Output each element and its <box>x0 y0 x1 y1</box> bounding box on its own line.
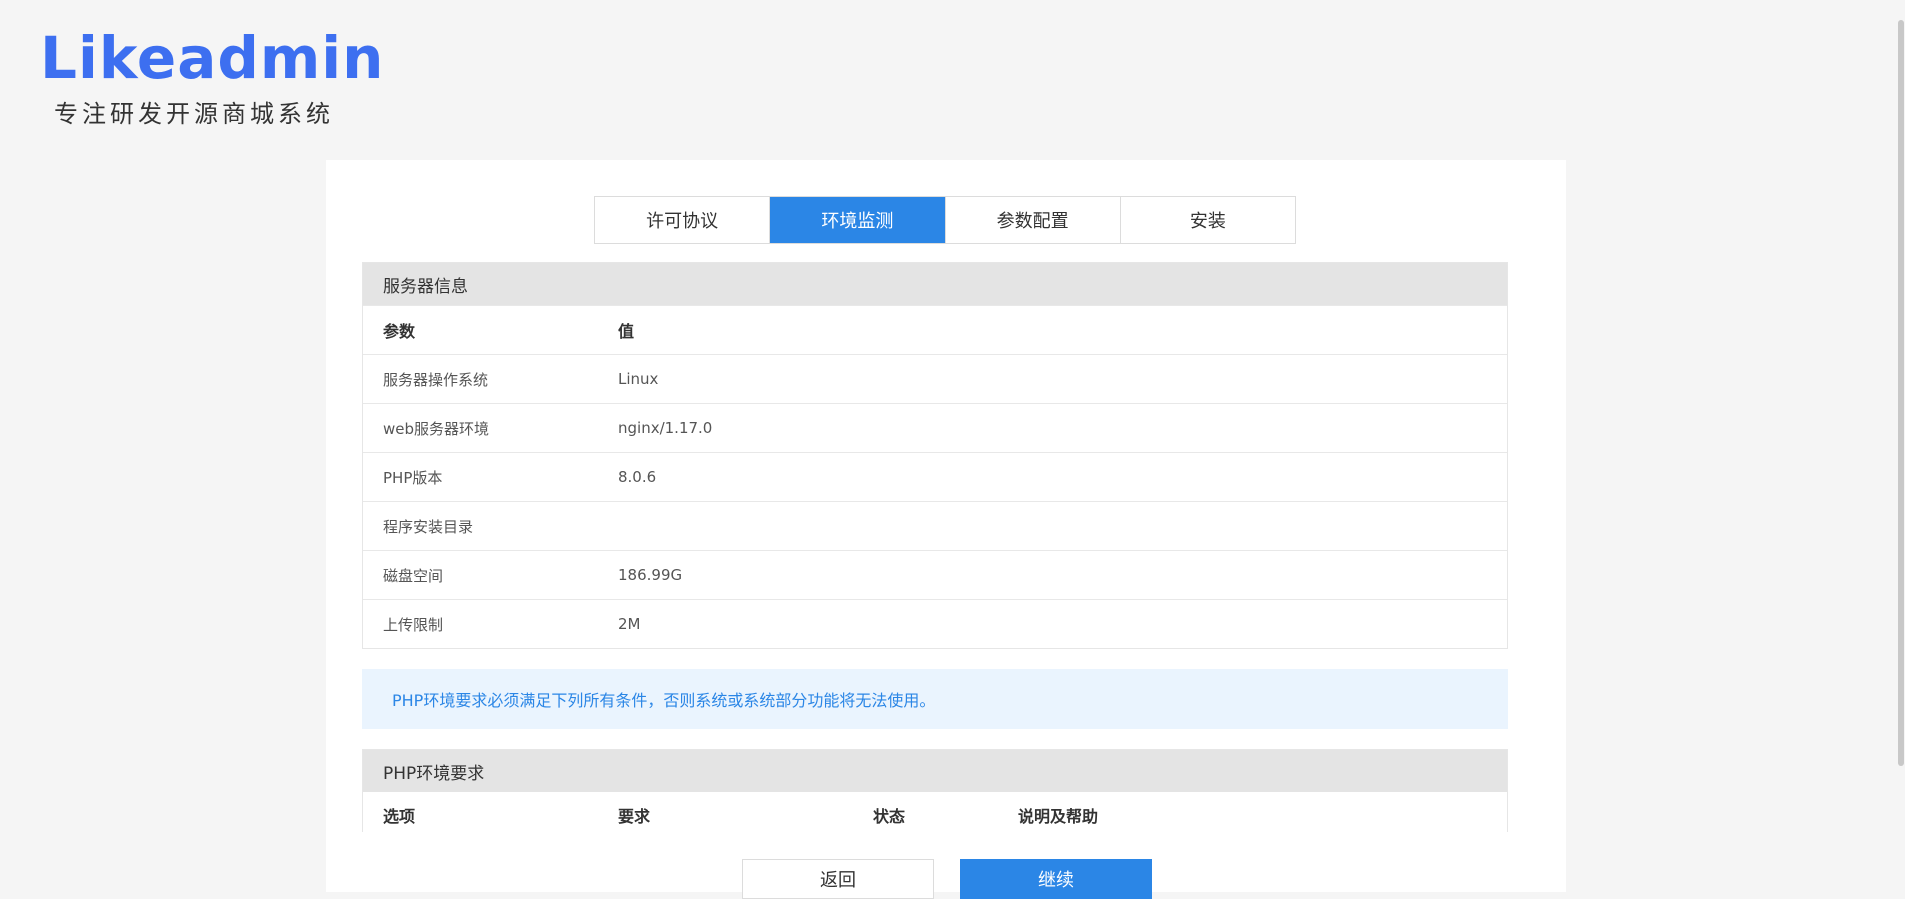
col-status: 状态 <box>873 807 906 826</box>
row-param: PHP版本 <box>383 468 443 487</box>
col-option: 选项 <box>383 807 416 826</box>
server-info-header-row: 参数 值 <box>363 305 1507 354</box>
server-info-title: 服务器信息 <box>363 263 1507 305</box>
table-row: 上传限制 2M <box>363 599 1507 648</box>
row-param: 上传限制 <box>383 615 444 634</box>
logo-tagline: 专注研发开源商城系统 <box>54 100 334 128</box>
back-button[interactable]: 返回 <box>742 859 934 899</box>
page-scrollbar[interactable] <box>1897 0 1905 892</box>
continue-button[interactable]: 继续 <box>960 859 1152 899</box>
row-value: 186.99G <box>618 566 683 584</box>
php-requirements-header-row: 选项 要求 状态 说明及帮助 <box>363 792 1507 832</box>
check-scroll-area[interactable]: 服务器信息 参数 值 服务器操作系统 Linux web服务器环境 nginx/… <box>362 262 1530 832</box>
php-requirements-section: PHP环境要求 选项 要求 状态 说明及帮助 <box>362 749 1508 832</box>
header-param: 参数 <box>383 322 416 341</box>
row-param: 磁盘空间 <box>383 566 444 585</box>
tab-config[interactable]: 参数配置 <box>946 197 1121 243</box>
logo-wordmark: Likeadmin <box>40 24 385 92</box>
php-requirements-title: PHP环境要求 <box>363 750 1507 792</box>
tab-install[interactable]: 安装 <box>1121 197 1295 243</box>
row-param: web服务器环境 <box>383 419 490 438</box>
step-tabs: 许可协议 环境监测 参数配置 安装 <box>594 196 1296 244</box>
check-content: 服务器信息 参数 值 服务器操作系统 Linux web服务器环境 nginx/… <box>362 262 1508 832</box>
col-requirement: 要求 <box>618 807 651 826</box>
row-value: 2M <box>618 615 641 633</box>
table-row: 服务器操作系统 Linux <box>363 354 1507 403</box>
row-value: Linux <box>618 370 659 388</box>
header-value: 值 <box>618 322 635 341</box>
install-card: 许可协议 环境监测 参数配置 安装 服务器信息 参数 值 服务器操作系统 Lin… <box>326 160 1566 899</box>
table-row: PHP版本 8.0.6 <box>363 452 1507 501</box>
php-requirement-notice: PHP环境要求必须满足下列所有条件，否则系统或系统部分功能将无法使用。 <box>362 669 1508 729</box>
tab-license[interactable]: 许可协议 <box>595 197 771 243</box>
server-info-section: 服务器信息 参数 值 服务器操作系统 Linux web服务器环境 nginx/… <box>362 262 1508 649</box>
logo: Likeadmin 专注研发开源商城系统 <box>40 28 384 129</box>
page-scrollbar-thumb[interactable] <box>1898 20 1904 766</box>
table-row: 磁盘空间 186.99G <box>363 550 1507 599</box>
row-value: nginx/1.17.0 <box>618 419 713 437</box>
col-help: 说明及帮助 <box>1018 807 1099 826</box>
tab-environment-check[interactable]: 环境监测 <box>770 197 946 243</box>
table-row: 程序安装目录 <box>363 501 1507 550</box>
row-value: 8.0.6 <box>618 468 657 486</box>
row-param: 服务器操作系统 <box>383 370 489 389</box>
table-row: web服务器环境 nginx/1.17.0 <box>363 403 1507 452</box>
row-param: 程序安装目录 <box>383 517 474 536</box>
